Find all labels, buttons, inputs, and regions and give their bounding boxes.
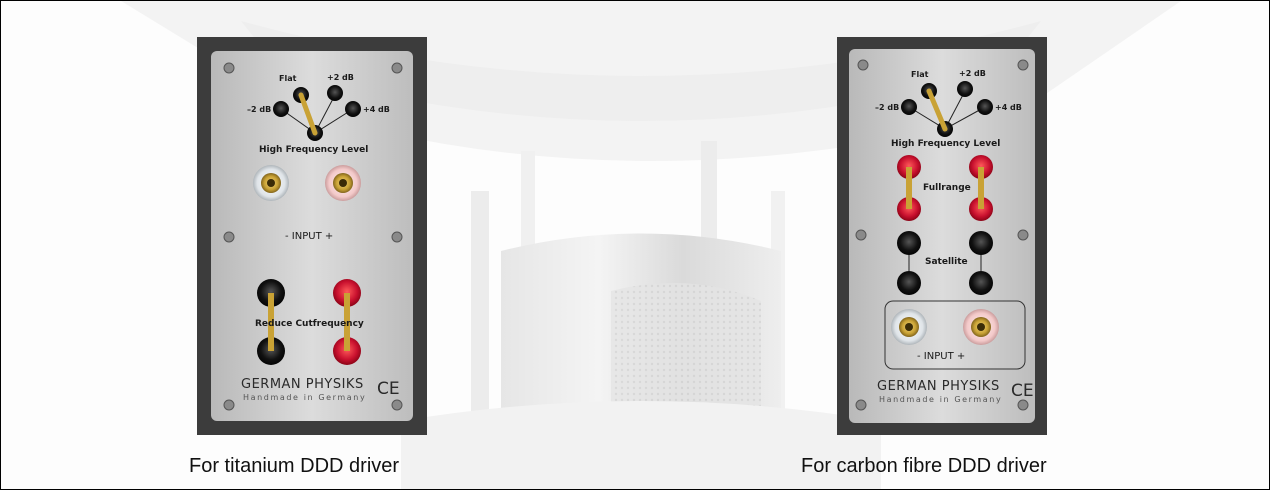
brand-name: GERMAN PHYSIKS [877,379,1000,394]
brand-tagline: Handmade in Germany [879,395,1003,404]
minus2-label: –2 dB [247,105,272,114]
satellite-label: Satellite [925,257,968,267]
minus2-label: –2 dB [875,103,900,112]
cutfrequency-label: Reduce Cutfrequency [255,319,364,329]
plus2-label: +2 dB [959,69,986,78]
flat-label: Flat [911,70,929,79]
input-label: - INPUT + [917,351,966,362]
carbon-terminal-panel-photo: Flat +2 dB –2 dB +4 dB High Frequency Le… [837,37,1047,435]
plus2-label: +2 dB [327,73,354,82]
brand-name: GERMAN PHYSIKS [241,377,364,392]
fullrange-label: Fullrange [923,183,971,193]
flat-label: Flat [279,74,297,83]
plus4-label: +4 dB [995,103,1022,112]
high-frequency-label: High Frequency Level [891,139,1001,149]
left-caption: For titanium DDD driver [189,455,400,477]
titanium-terminal-panel-photo: Flat +2 dB –2 dB +4 dB High Frequency Le… [197,37,427,435]
terminal-panel-image [837,37,1047,435]
brand-tagline: Handmade in Germany [243,393,367,402]
background-speaker-photo [1,1,1269,489]
ce-mark: CE [1011,381,1034,401]
high-frequency-label: High Frequency Level [259,145,369,155]
input-label: - INPUT + [285,231,334,242]
ce-mark: CE [377,379,400,399]
plus4-label: +4 dB [363,105,390,114]
figure-frame: Flat +2 dB –2 dB +4 dB High Frequency Le… [0,0,1270,490]
right-caption: For carbon fibre DDD driver [801,455,1047,477]
